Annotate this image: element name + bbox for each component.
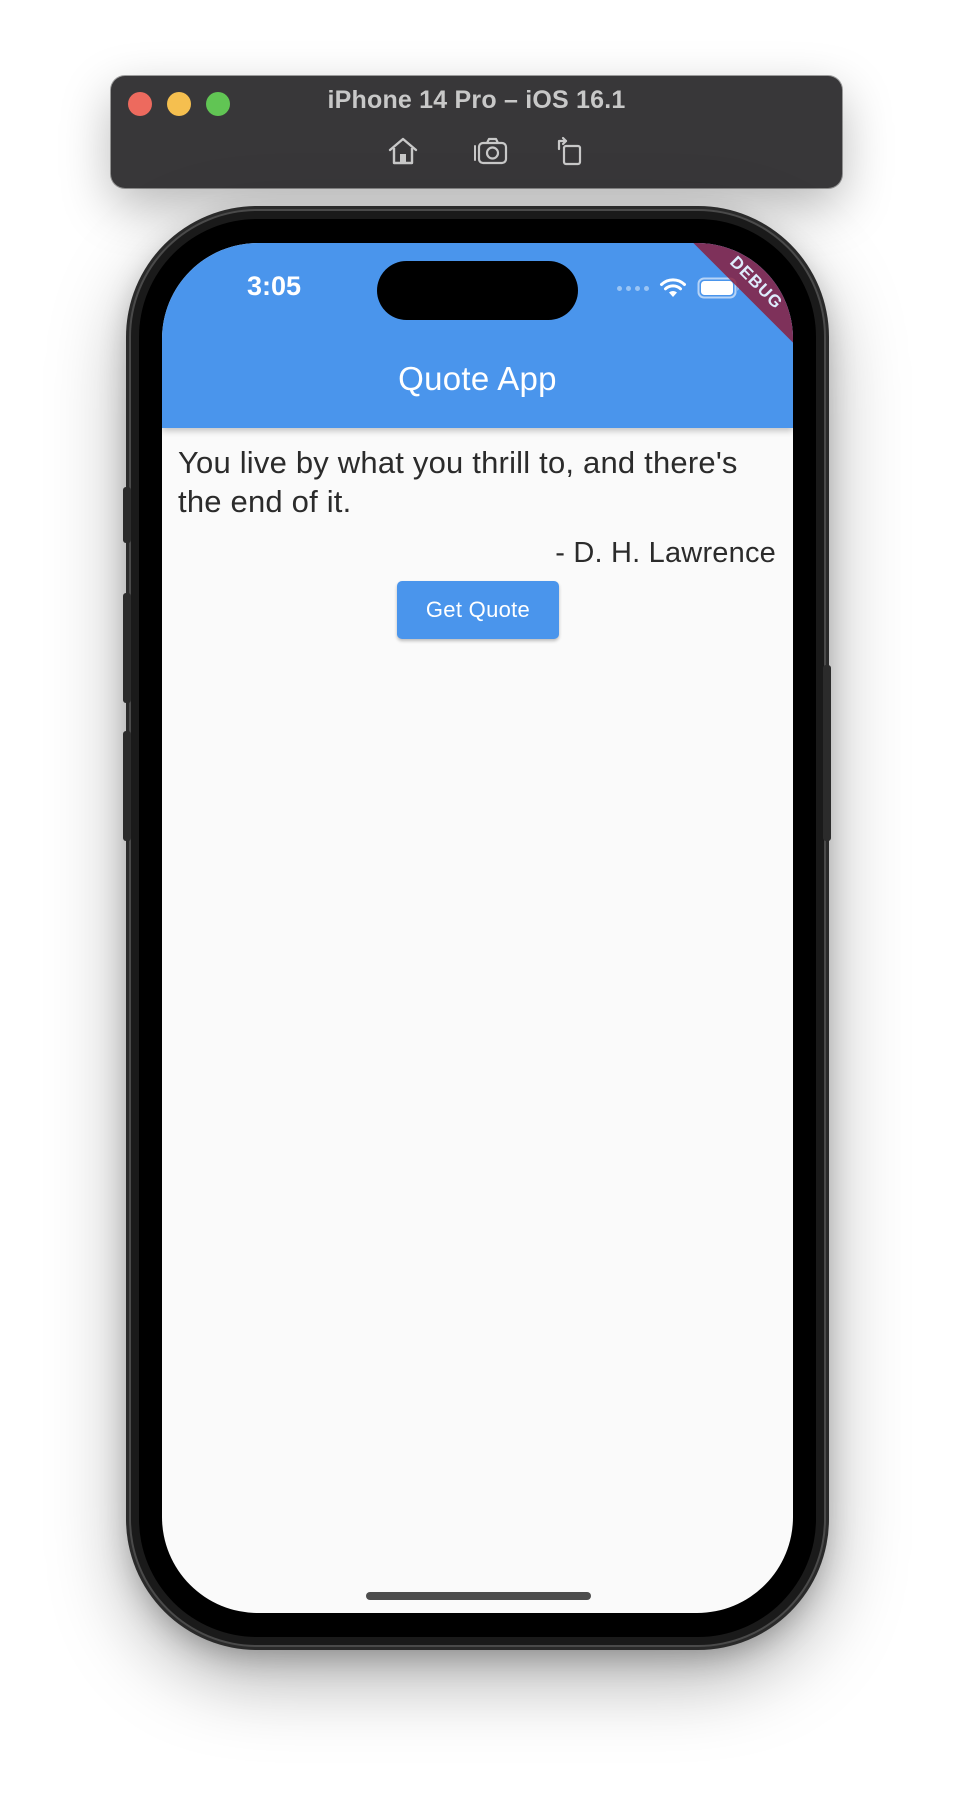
cellular-signal-icon xyxy=(617,285,649,291)
simulator-window-bar: iPhone 14 Pro – iOS 16.1 xyxy=(111,76,842,188)
get-quote-button[interactable]: Get Quote xyxy=(397,581,559,639)
quote-content: You live by what you thrill to, and ther… xyxy=(162,428,793,1613)
status-time: 3:05 xyxy=(247,271,302,301)
home-button[interactable] xyxy=(383,133,423,169)
wifi-icon xyxy=(660,278,686,297)
action-button[interactable] xyxy=(123,487,131,543)
status-icons xyxy=(617,277,741,299)
screenshot-button[interactable] xyxy=(471,133,511,169)
app-bar-title: Quote App xyxy=(398,360,557,397)
volume-up-button[interactable] xyxy=(123,593,131,703)
rotate-button[interactable] xyxy=(551,133,591,169)
quote-text: You live by what you thrill to, and ther… xyxy=(178,445,738,519)
power-button[interactable] xyxy=(823,665,831,841)
simulator-stage: iPhone 14 Pro – iOS 16.1 3:05 Quote App … xyxy=(0,0,954,1796)
volume-down-button[interactable] xyxy=(123,731,131,841)
camera-icon xyxy=(474,137,508,165)
home-icon xyxy=(388,137,418,165)
phone-screen: 3:05 Quote App DEBUG You live by what yo… xyxy=(162,243,793,1613)
quote-author: - D. H. Lawrence xyxy=(555,537,776,569)
app-bar: 3:05 Quote App xyxy=(162,243,793,428)
rotate-icon xyxy=(557,136,582,166)
dynamic-island xyxy=(377,261,578,320)
home-indicator[interactable] xyxy=(366,1592,591,1600)
simulator-title: iPhone 14 Pro – iOS 16.1 xyxy=(327,86,626,114)
